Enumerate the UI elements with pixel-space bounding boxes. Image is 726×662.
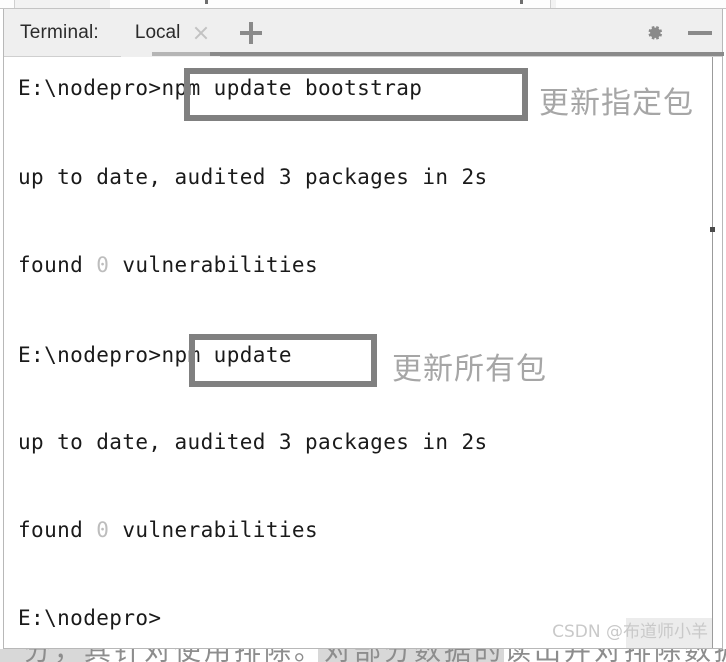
tab-local-label: Local: [134, 21, 181, 43]
screenshot-root: Terminal: Local E:\nodepro>npm update bo…: [0, 0, 726, 662]
close-icon[interactable]: [192, 24, 210, 42]
terminal-line-output: up to date, audited 3 packages in 2s: [18, 165, 488, 189]
terminal-scrollbar-thumb[interactable]: [710, 227, 715, 232]
highlight-box-command-1: [184, 68, 528, 121]
ide-sliver-tick: [205, 0, 208, 4]
output-text-pre: found: [18, 518, 97, 542]
output-text-pre: found: [18, 253, 97, 277]
ide-sliver-segment: [110, 0, 551, 8]
clipped-bottom-text-row: 分，其针对使用排除。对部分数据的读出并对排除数据范围读和分: [0, 649, 726, 662]
highlight-box-command-2: [189, 334, 377, 387]
terminal-prompt: E:\nodepro>: [18, 76, 162, 100]
terminal-line-output: up to date, audited 3 packages in 2s: [18, 430, 488, 454]
terminal-line-prompt: E:\nodepro>: [18, 605, 161, 631]
ide-sliver-segment: [0, 0, 15, 8]
terminal-prompt: E:\nodepro>: [18, 343, 162, 367]
tab-local[interactable]: Local: [120, 8, 221, 57]
gear-icon[interactable]: [642, 21, 666, 45]
ide-edge-sliver: [0, 0, 726, 9]
tabbar-left-group: Terminal: Local: [4, 8, 264, 57]
terminal-window: Terminal: Local E:\nodepro>npm update bo…: [3, 8, 724, 649]
ide-sliver-tick: [520, 0, 523, 4]
output-text-post: vulnerabilities: [109, 518, 319, 542]
terminal-prompt: E:\nodepro>: [18, 606, 162, 630]
vulnerability-count: 0: [96, 518, 110, 542]
terminal-tabbar: Terminal: Local: [4, 8, 724, 57]
vulnerability-count: 0: [96, 253, 110, 277]
tab-underline-left: [152, 52, 210, 56]
terminal-output-area[interactable]: E:\nodepro>npm update bootstrap up to da…: [4, 57, 722, 648]
tabbar-right-group: [642, 9, 712, 56]
terminal-panel-title: Terminal:: [20, 21, 99, 43]
csdn-watermark: CSDN @布道师小羊: [552, 622, 708, 642]
minimize-icon[interactable]: [688, 30, 712, 35]
plus-icon[interactable]: [238, 20, 264, 46]
clipped-bottom-text: 分，其针对使用排除。对部分数据的读出并对排除数据范围读和分: [24, 649, 726, 662]
output-text-post: vulnerabilities: [109, 253, 319, 277]
annotation-update-all-packages: 更新所有包: [392, 352, 547, 387]
terminal-scrollbar[interactable]: [712, 57, 713, 648]
terminal-line-output: found 0 vulnerabilities: [18, 517, 318, 543]
terminal-line-output: found 0 vulnerabilities: [18, 252, 318, 278]
ide-sliver-segment: [556, 0, 726, 8]
annotation-update-specific-package: 更新指定包: [539, 86, 694, 121]
